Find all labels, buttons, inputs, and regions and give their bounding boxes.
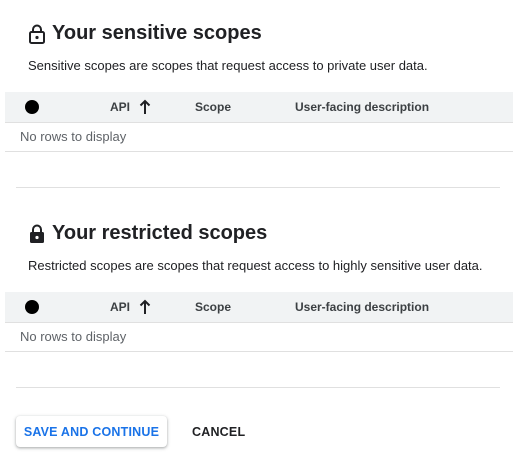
arrow-up-icon[interactable] xyxy=(139,299,151,315)
save-and-continue-button[interactable]: SAVE AND CONTINUE xyxy=(16,416,167,447)
lock-filled-icon xyxy=(30,224,44,243)
empty-table-message: No rows to display xyxy=(20,129,127,144)
sensitive-table-header: API Scope User-facing description xyxy=(5,92,513,123)
sensitive-scopes-title: Your sensitive scopes xyxy=(28,22,262,45)
restricted-empty-row: No rows to display xyxy=(5,322,513,352)
cancel-button[interactable]: CANCEL xyxy=(180,416,257,447)
column-header-scope[interactable]: Scope xyxy=(195,300,231,314)
restricted-scopes-title: Your restricted scopes xyxy=(28,222,267,245)
empty-table-message: No rows to display xyxy=(20,329,127,344)
restricted-table-header: API Scope User-facing description xyxy=(5,292,513,323)
section-divider xyxy=(16,387,500,388)
sensitive-scopes-description: Sensitive scopes are scopes that request… xyxy=(28,58,428,73)
section-divider xyxy=(16,187,500,188)
column-header-scope[interactable]: Scope xyxy=(195,100,231,114)
sensitive-scopes-title-text: Your sensitive scopes xyxy=(52,22,262,44)
select-all-checkbox[interactable] xyxy=(25,300,39,314)
restricted-scopes-title-text: Your restricted scopes xyxy=(52,222,268,244)
select-all-checkbox[interactable] xyxy=(25,100,39,114)
restricted-scopes-description: Restricted scopes are scopes that reques… xyxy=(28,258,483,273)
column-header-api[interactable]: API xyxy=(110,300,130,314)
column-header-user-facing-description[interactable]: User-facing description xyxy=(295,100,429,114)
column-header-api[interactable]: API xyxy=(110,100,130,114)
lock-open-outline-icon xyxy=(29,24,45,44)
arrow-up-icon[interactable] xyxy=(139,99,151,115)
sensitive-empty-row: No rows to display xyxy=(5,122,513,152)
column-header-user-facing-description[interactable]: User-facing description xyxy=(295,300,429,314)
